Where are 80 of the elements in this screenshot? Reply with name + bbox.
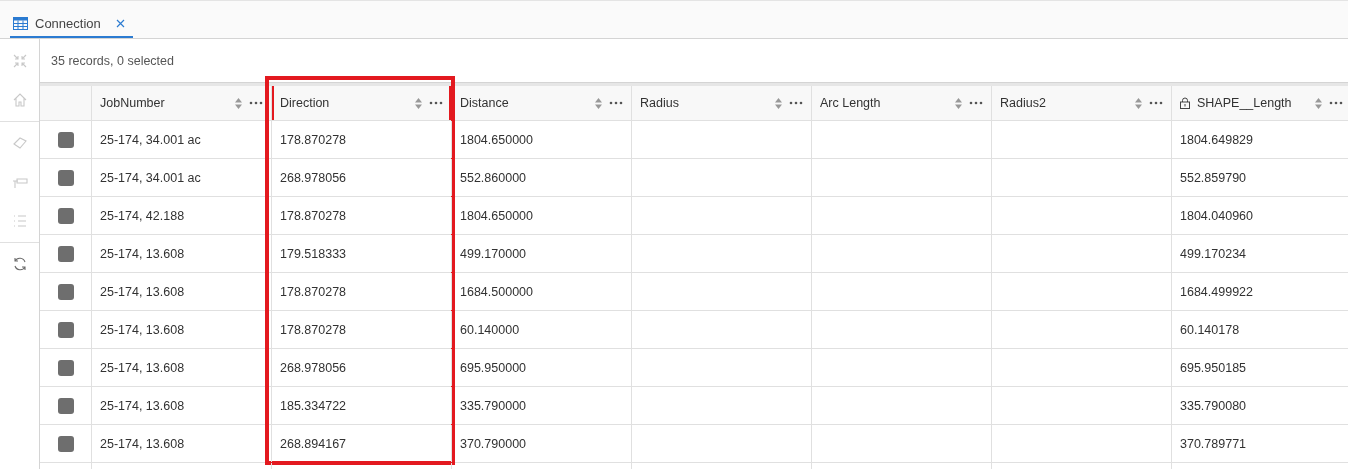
table-cell: 25-174, 42.188: [100, 208, 185, 223]
table-cell: 25-174, 13.608: [100, 322, 185, 337]
table-cell: 60.140000: [460, 322, 520, 337]
more-icon[interactable]: [249, 101, 263, 105]
more-icon[interactable]: [1149, 101, 1163, 105]
table-cell: 25-174, 13.608: [100, 436, 185, 451]
table-cell: 25-174, 34.001 ac: [100, 132, 201, 147]
column-title: Arc Length: [820, 96, 882, 110]
table-cell: 25-174, 13.608: [100, 284, 185, 299]
table-cell: 499.170234: [1180, 246, 1247, 261]
table-cell: 370.789771: [1180, 436, 1247, 451]
table-cell: 268.894167: [280, 436, 347, 451]
column-header[interactable]: Distance: [452, 86, 632, 120]
sort-icon[interactable]: [775, 97, 782, 109]
row-checkbox[interactable]: [57, 169, 74, 186]
sort-icon[interactable]: [955, 97, 962, 109]
row-checkbox[interactable]: [57, 359, 74, 376]
row-checkbox[interactable]: [57, 283, 74, 300]
column-title: JobNumber: [100, 96, 166, 110]
table-icon: [13, 16, 28, 30]
column-title: Distance: [460, 96, 510, 110]
sort-icon[interactable]: [415, 97, 422, 109]
table-cell: 1684.500000: [460, 284, 533, 299]
table-cell: 178.870278: [280, 284, 347, 299]
more-icon[interactable]: [609, 101, 623, 105]
table-cell: 178.870278: [280, 322, 347, 337]
table-cell: 695.950000: [460, 360, 527, 375]
table-cell: 552.859790: [1180, 170, 1247, 185]
sort-icon[interactable]: [595, 97, 602, 109]
more-icon[interactable]: [429, 101, 443, 105]
more-icon[interactable]: [1329, 101, 1343, 105]
column-title: Radius: [640, 96, 680, 110]
row-checkbox[interactable]: [57, 435, 74, 452]
table-cell: 25-174, 13.608: [100, 398, 185, 413]
tab-label: Connection: [35, 15, 101, 31]
record-count: 35 records, 0 selected: [51, 53, 174, 68]
column-header[interactable]: Arc Length: [812, 86, 992, 120]
row-checkbox[interactable]: [57, 207, 74, 224]
lock-icon: [1180, 97, 1190, 109]
sort-icon[interactable]: [1135, 97, 1142, 109]
table-cell: 335.790080: [1180, 398, 1247, 413]
row-checkbox[interactable]: [57, 131, 74, 148]
table-tab[interactable]: Connection: [10, 10, 133, 38]
column-header[interactable]: Radius: [632, 86, 812, 120]
row-checkbox[interactable]: [57, 321, 74, 338]
column-title: Radius2: [1000, 96, 1047, 110]
table-cell: 25-174, 13.608: [100, 246, 185, 261]
table-cell: 268.978056: [280, 360, 347, 375]
close-icon[interactable]: [115, 18, 125, 28]
table-cell: 268.978056: [280, 170, 347, 185]
sort-icon[interactable]: [1315, 97, 1322, 109]
table-cell: 60.140178: [1180, 322, 1240, 337]
column-header[interactable]: SHAPE__Length: [1172, 86, 1348, 120]
table-cell: 1804.650000: [460, 208, 533, 223]
more-icon[interactable]: [969, 101, 983, 105]
table-cell: 178.870278: [280, 208, 347, 223]
sort-icon[interactable]: [235, 97, 242, 109]
table-cell: 25-174, 13.608: [100, 360, 185, 375]
column-title: SHAPE__Length: [1197, 96, 1293, 110]
table-cell: 1804.649829: [1180, 132, 1253, 147]
row-checkbox[interactable]: [57, 397, 74, 414]
column-header[interactable]: Radius2: [992, 86, 1172, 120]
table-cell: 1684.499922: [1180, 284, 1253, 299]
table-cell: 185.334722: [280, 398, 347, 413]
column-title: Direction: [280, 96, 331, 110]
table-cell: 1804.650000: [460, 132, 533, 147]
table-cell: 695.950185: [1180, 360, 1247, 375]
table-cell: 179.518333: [280, 246, 347, 261]
table-cell: 552.860000: [460, 170, 527, 185]
table-cell: 499.170000: [460, 246, 527, 261]
table-cell: 1804.040960: [1180, 208, 1253, 223]
refresh-icon[interactable]: [11, 256, 28, 272]
table-cell: 335.790000: [460, 398, 527, 413]
column-header[interactable]: JobNumber: [92, 86, 272, 120]
more-icon[interactable]: [789, 101, 803, 105]
column-header[interactable]: Direction: [272, 86, 452, 120]
row-checkbox[interactable]: [57, 245, 74, 262]
table-cell: 178.870278: [280, 132, 347, 147]
table-cell: 370.790000: [460, 436, 527, 451]
table-cell: 25-174, 34.001 ac: [100, 170, 201, 185]
